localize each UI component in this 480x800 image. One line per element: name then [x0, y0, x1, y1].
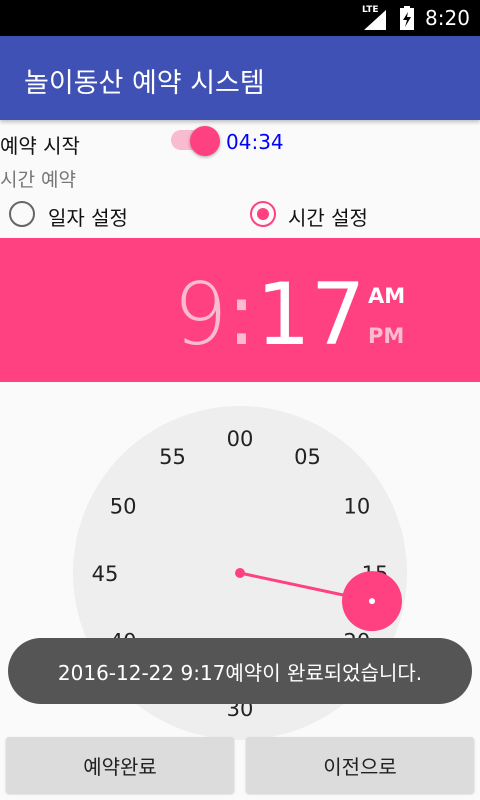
dial-label-55[interactable]: 55	[159, 445, 186, 469]
dial-center	[235, 568, 245, 578]
dial-selector-dot	[369, 598, 375, 605]
back-button[interactable]: 이전으로	[246, 737, 474, 793]
confirm-button[interactable]: 예약완료	[6, 737, 234, 793]
toast-message: 2016-12-22 9:17예약이 완료되었습니다.	[8, 638, 472, 704]
dial-label-05[interactable]: 05	[294, 445, 321, 469]
toast-text: 2016-12-22 9:17예약이 완료되었습니다.	[57, 660, 423, 685]
back-button-label: 이전으로	[323, 754, 397, 779]
confirm-button-label: 예약완료	[83, 754, 157, 779]
dial-label-00[interactable]: 00	[227, 427, 254, 451]
dial-label-50[interactable]: 50	[110, 495, 137, 519]
dial-label-10[interactable]: 10	[344, 495, 371, 519]
dial-label-45[interactable]: 45	[92, 562, 119, 586]
